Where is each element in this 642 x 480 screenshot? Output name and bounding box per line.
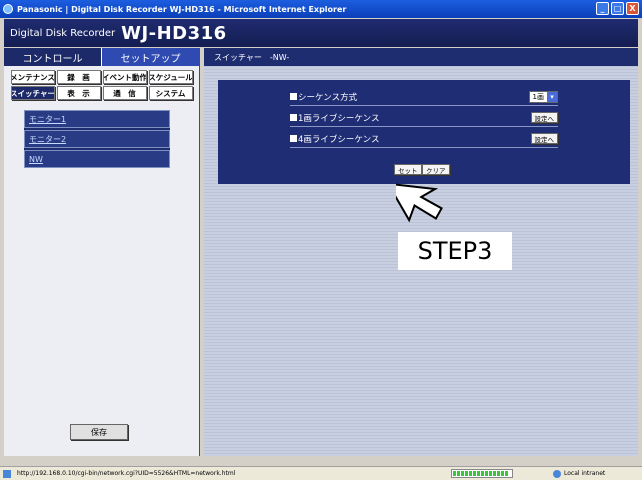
live-sequence-1-row: 1画ライブシーケンス 設定へ bbox=[290, 109, 558, 127]
mode-tabs: コントロール セットアップ bbox=[4, 48, 199, 66]
left-panel: コントロール セットアップ メンテナンス 録 画 イベント動作 スケジュール ス… bbox=[4, 48, 200, 456]
menu-event-button[interactable]: イベント動作 bbox=[102, 70, 147, 84]
submenu-monitor2-link[interactable]: モニター2 bbox=[24, 130, 170, 148]
tab-control[interactable]: コントロール bbox=[4, 48, 101, 66]
intranet-icon bbox=[553, 469, 561, 478]
setup-menu: メンテナンス 録 画 イベント動作 スケジュール スイッチャー 表 示 通 信 … bbox=[8, 70, 195, 100]
progress-bar bbox=[451, 469, 513, 478]
menu-schedule-button[interactable]: スケジュール bbox=[148, 70, 193, 84]
sequence-mode-row: シーケンス方式 1画 ▾ bbox=[290, 88, 558, 106]
window-title: Panasonic | Digital Disk Recorder WJ-HD3… bbox=[17, 4, 347, 14]
menu-system-button[interactable]: システム bbox=[148, 86, 193, 100]
chevron-down-icon: ▾ bbox=[547, 91, 557, 102]
menu-recording-button[interactable]: 録 画 bbox=[56, 70, 101, 84]
pointer-arrow-icon bbox=[396, 182, 443, 223]
goto-settings-button[interactable]: 設定へ bbox=[530, 112, 558, 123]
live-sequence-4-row: 4画ライブシーケンス 設定へ bbox=[290, 130, 558, 148]
page-title: スイッチャー -NW- bbox=[204, 48, 638, 66]
step-label: STEP3 bbox=[398, 232, 512, 270]
row-label: シーケンス方式 bbox=[298, 92, 358, 103]
model-name: WJ-HD316 bbox=[121, 22, 227, 44]
status-bar: http://192.168.0.10/cgi-bin/network.cgi?… bbox=[0, 466, 642, 480]
bullet-square bbox=[290, 114, 297, 121]
row-label: 1画ライブシーケンス bbox=[298, 113, 380, 124]
bullet-square bbox=[290, 135, 297, 142]
select-value: 1画 bbox=[532, 92, 544, 101]
save-button[interactable]: 保存 bbox=[70, 424, 128, 440]
bullet-square bbox=[290, 93, 297, 100]
app-header: Digital Disk Recorder WJ-HD316 bbox=[4, 19, 638, 47]
page-icon bbox=[3, 469, 11, 478]
minimize-button[interactable]: _ bbox=[596, 2, 609, 15]
menu-display-button[interactable]: 表 示 bbox=[56, 86, 101, 100]
close-button[interactable]: X bbox=[626, 2, 639, 15]
row-label: 4画ライブシーケンス bbox=[298, 134, 380, 145]
tab-setup[interactable]: セットアップ bbox=[101, 48, 199, 66]
product-label: Digital Disk Recorder bbox=[10, 27, 116, 39]
menu-switcher-button[interactable]: スイッチャー bbox=[10, 86, 55, 100]
settings-box: シーケンス方式 1画 ▾ 1画ライブシーケンス 設定へ 4画ライブシーケンス 設… bbox=[218, 80, 630, 184]
security-zone: Local intranet bbox=[553, 469, 606, 478]
maximize-button[interactable]: □ bbox=[611, 2, 624, 15]
ie-icon bbox=[3, 4, 13, 14]
menu-maintenance-button[interactable]: メンテナンス bbox=[10, 70, 55, 84]
window-title-bar: Panasonic | Digital Disk Recorder WJ-HD3… bbox=[0, 0, 642, 18]
goto-settings-button[interactable]: 設定へ bbox=[530, 133, 558, 144]
menu-communication-button[interactable]: 通 信 bbox=[102, 86, 147, 100]
sequence-mode-select[interactable]: 1画 ▾ bbox=[528, 90, 558, 103]
zone-label: Local intranet bbox=[564, 470, 606, 477]
submenu-monitor1-link[interactable]: モニター1 bbox=[24, 110, 170, 128]
submenu-nw-link[interactable]: NW bbox=[24, 150, 170, 168]
status-url: http://192.168.0.10/cgi-bin/network.cgi?… bbox=[17, 470, 236, 477]
switcher-submenu: モニター1 モニター2 NW bbox=[24, 110, 170, 168]
